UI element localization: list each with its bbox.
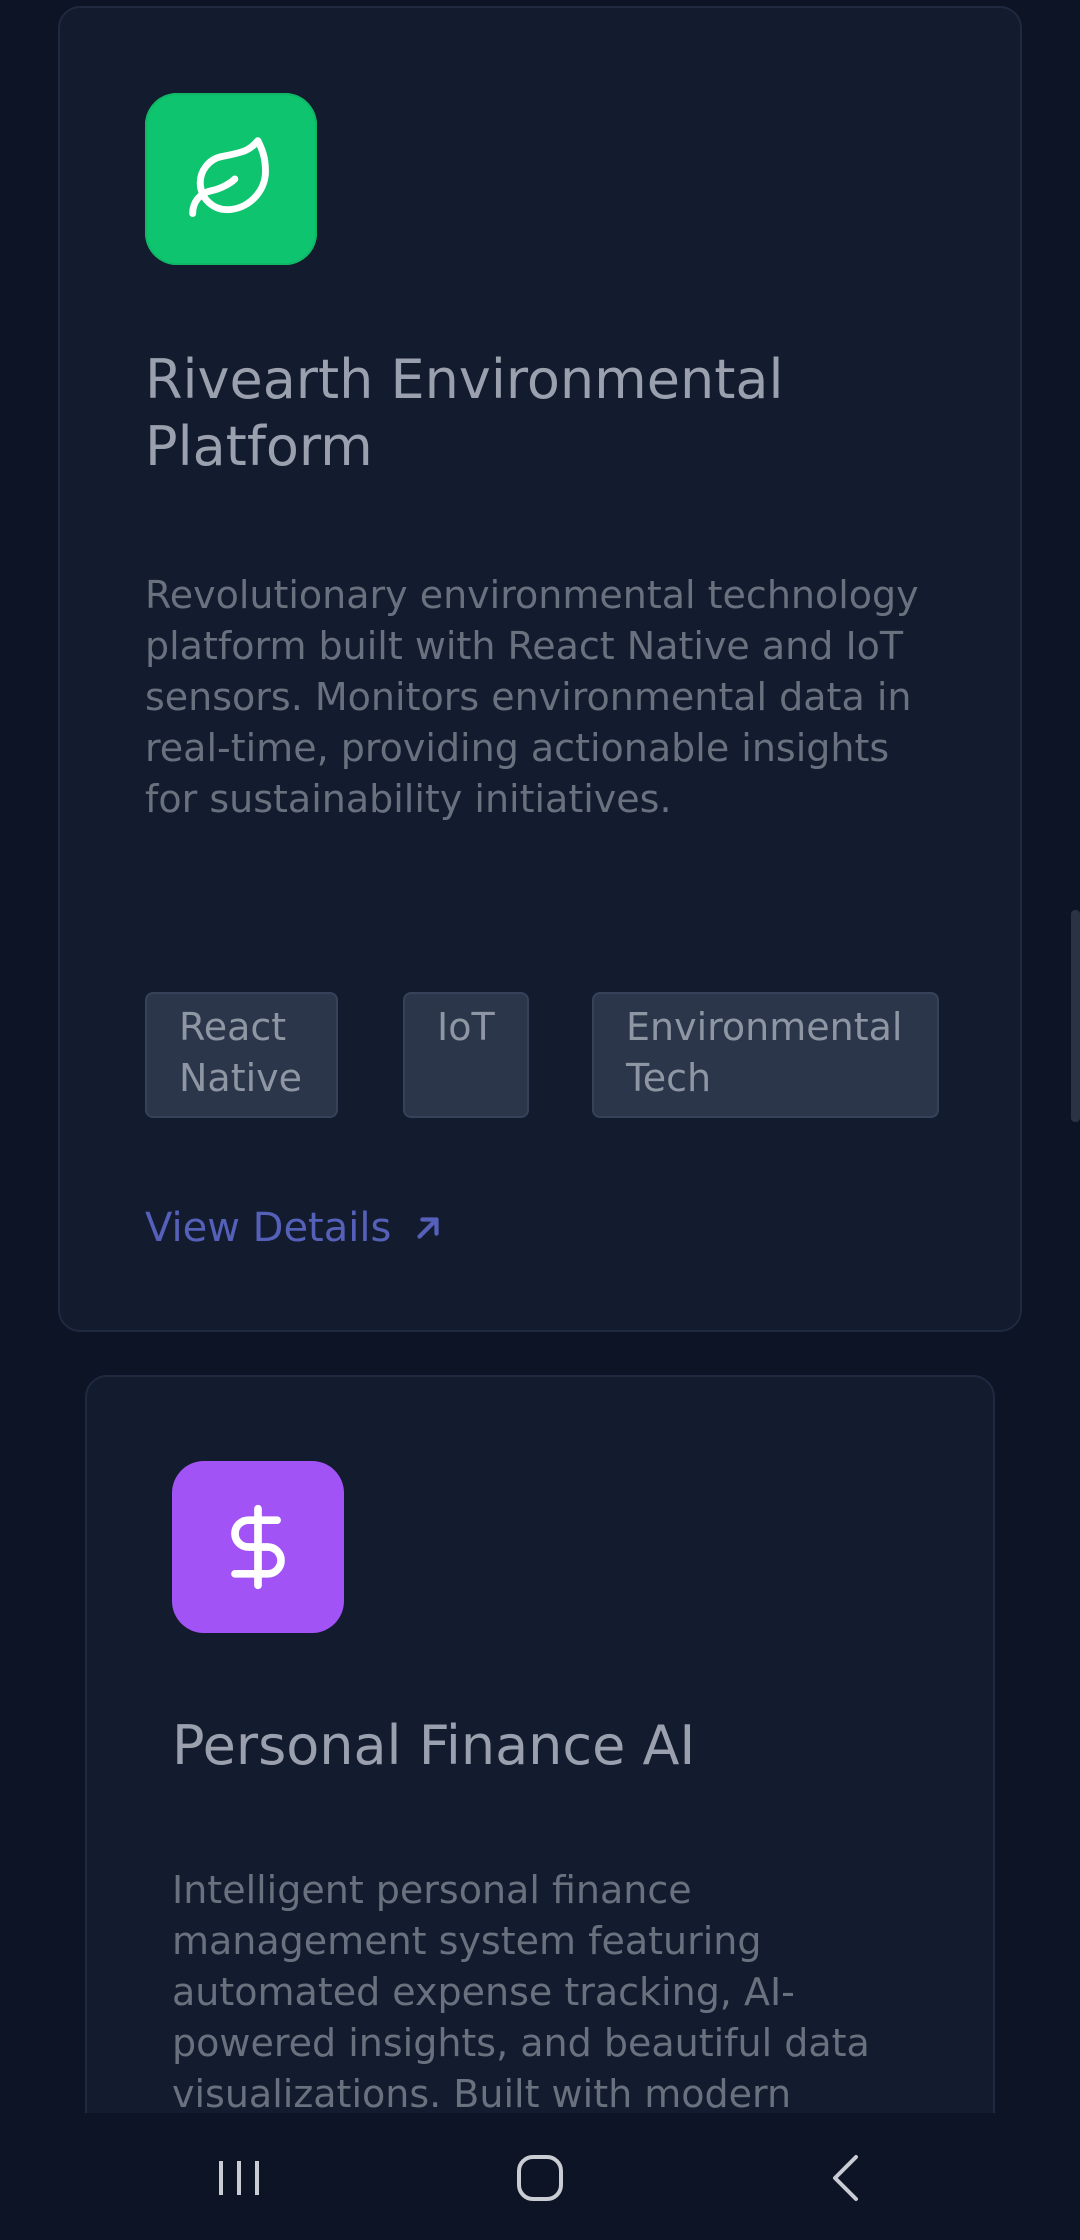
home-icon — [517, 2155, 563, 2201]
view-details-label: View Details — [145, 1205, 392, 1251]
scrollbar[interactable] — [1071, 910, 1080, 1122]
project-description: Intelligent personal finance management … — [172, 1868, 870, 2113]
recents-icon — [219, 2161, 259, 2195]
recents-button[interactable] — [179, 2133, 299, 2223]
system-navigation-bar — [0, 2113, 1080, 2240]
home-button[interactable] — [480, 2133, 600, 2223]
project-list: Rivearth Environmental Platform Revoluti… — [0, 0, 1080, 2113]
tag: Environmental Tech — [592, 992, 939, 1118]
view-details-link[interactable]: View Details — [145, 1200, 445, 1256]
project-icon-tile — [172, 1461, 344, 1633]
project-title: Personal Finance AI — [172, 1714, 696, 1777]
back-button[interactable] — [785, 2133, 905, 2223]
project-description: Revolutionary environmental technology p… — [145, 573, 919, 821]
arrow-up-right-icon — [417, 1217, 439, 1239]
back-icon — [833, 2155, 858, 2201]
dollar-icon — [231, 1504, 285, 1590]
tag: React Native — [145, 992, 338, 1118]
project-card: Personal Finance AI Intelligent personal… — [85, 1375, 995, 2113]
project-title: Rivearth Environmental Platform — [145, 348, 784, 478]
leaf-icon — [189, 137, 269, 217]
project-card: Rivearth Environmental Platform Revoluti… — [58, 6, 1022, 1332]
tag: IoT — [403, 992, 529, 1118]
project-icon-tile — [145, 93, 317, 265]
